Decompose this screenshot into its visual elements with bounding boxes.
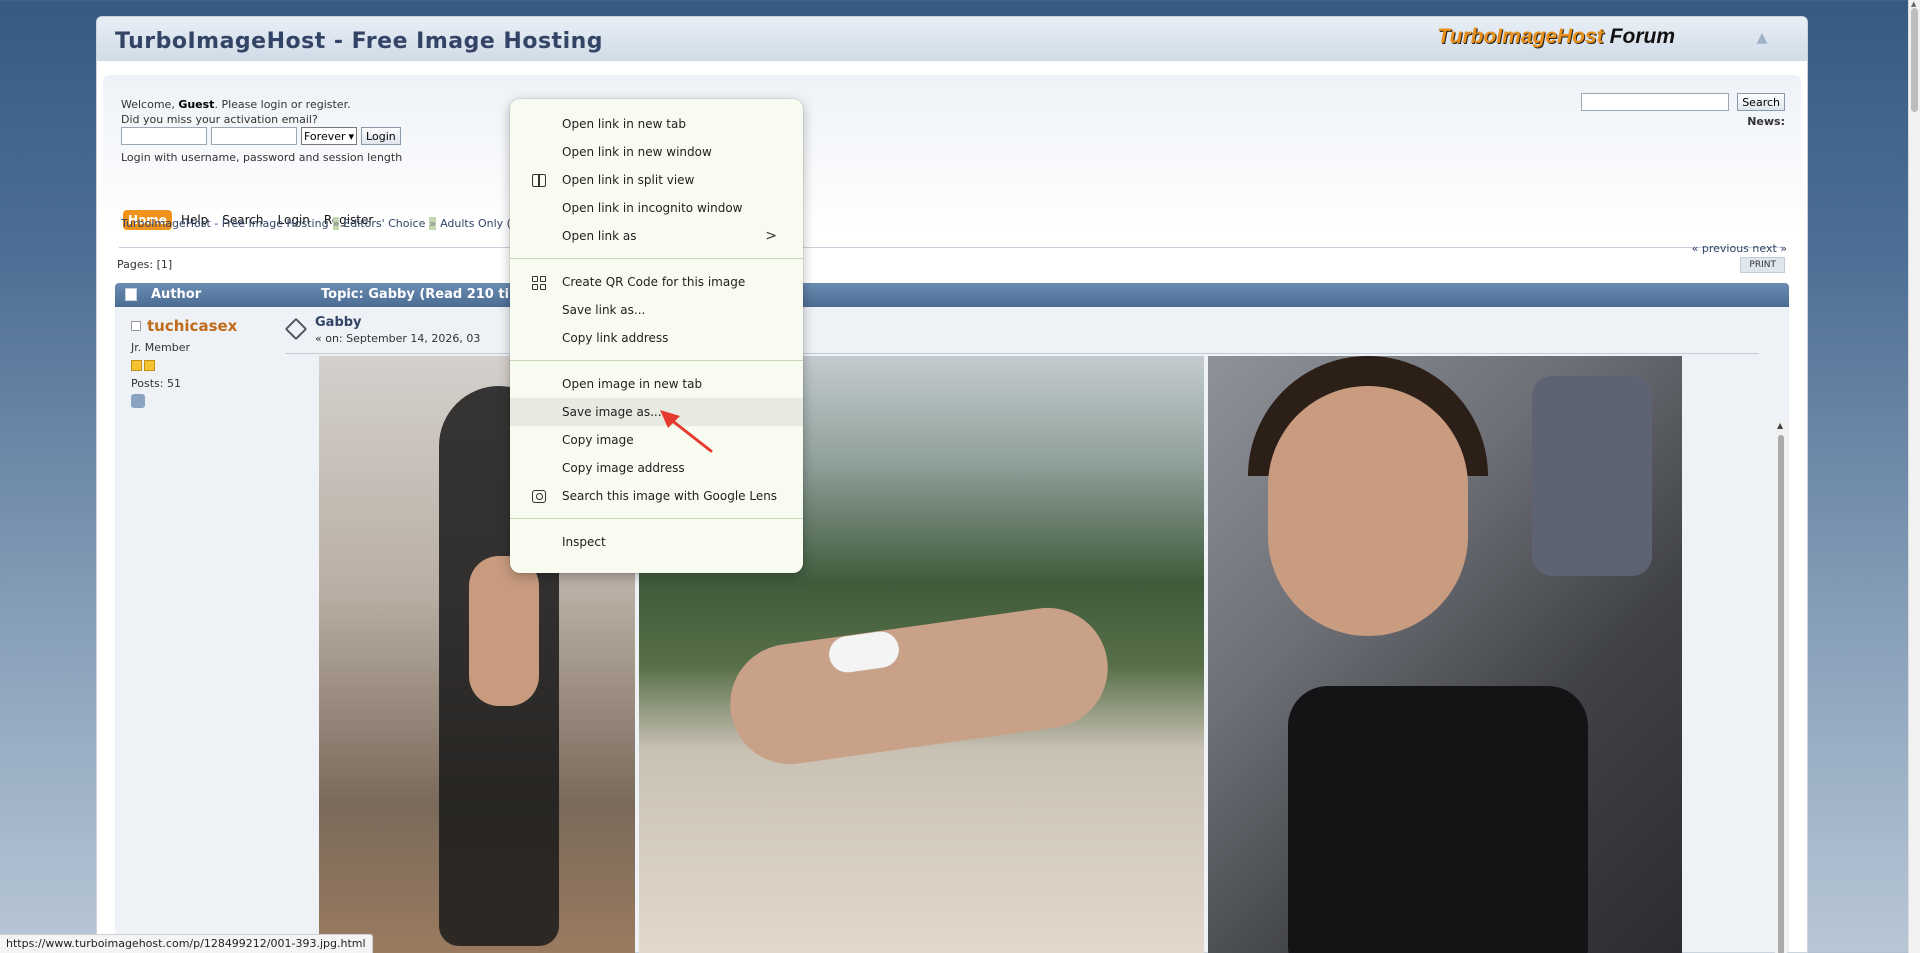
poster-post-count: Posts: 51 xyxy=(131,377,181,390)
scroll-up-icon[interactable]: ▲ xyxy=(1911,0,1916,8)
menu-open-link-split-view[interactable]: Open link in split view xyxy=(510,166,803,194)
guest-label: Guest xyxy=(178,98,215,111)
menu-open-link-incognito[interactable]: Open link in incognito window xyxy=(510,194,803,222)
scrollbar-thumb[interactable] xyxy=(1778,435,1784,953)
poster-rank: Jr. Member xyxy=(131,341,190,354)
poster-name[interactable]: tuchicasex xyxy=(147,317,237,335)
password-input[interactable] xyxy=(211,127,297,145)
login-form: Forever ▾ Login xyxy=(121,127,401,145)
post-subject[interactable]: Gabby xyxy=(285,315,480,330)
profile-icon[interactable] xyxy=(131,394,145,408)
login-button[interactable]: Login xyxy=(361,127,401,145)
post-image-3[interactable] xyxy=(1208,356,1682,953)
star-icon xyxy=(144,360,155,371)
qr-code-icon xyxy=(532,276,546,290)
forum-header: TurboImageHost - Free Image Hosting Turb… xyxy=(97,17,1807,61)
menu-copy-link-address[interactable]: Copy link address xyxy=(510,324,803,352)
search-form: Search xyxy=(1581,93,1785,111)
menu-separator xyxy=(510,258,803,259)
context-menu: Open link in new tab Open link in new wi… xyxy=(510,99,803,573)
prev-next-links[interactable]: « previous next » xyxy=(1692,242,1787,255)
forum-logo[interactable]: TurboImageHost Forum xyxy=(1437,25,1675,49)
post-scrollbar[interactable]: ▲ xyxy=(1775,421,1787,953)
rank-stars xyxy=(131,360,237,371)
chevron-down-icon: ▾ xyxy=(348,129,355,143)
chevron-right-icon: > xyxy=(765,228,777,244)
star-icon xyxy=(131,360,142,371)
author-column-label: Author xyxy=(151,287,202,302)
menu-save-link-as[interactable]: Save link as... xyxy=(510,296,803,324)
username-input[interactable] xyxy=(121,127,207,145)
menu-open-link-new-window[interactable]: Open link in new window xyxy=(510,138,803,166)
login-register-links[interactable]: . Please login or register. xyxy=(214,98,350,111)
activation-email-link[interactable]: Did you miss your activation email? xyxy=(121,112,351,127)
collapse-header-icon[interactable]: ▲ xyxy=(1753,31,1771,45)
post-date: « on: September 14, 2026, 03 xyxy=(315,332,481,345)
pagination: Pages: [1] xyxy=(117,258,173,271)
menu-search-google-lens[interactable]: Search this image with Google Lens xyxy=(510,482,803,510)
breadcrumb-home[interactable]: TurboImageHost - Free Image Hosting xyxy=(121,217,329,230)
topic-title: Topic: Gabby (Read 210 ti xyxy=(321,287,510,302)
menu-copy-image-address[interactable]: Copy image address xyxy=(510,454,803,482)
post-header: Gabby « on: September 14, 2026, 03 xyxy=(284,315,481,345)
menu-inspect[interactable]: Inspect xyxy=(510,528,803,556)
menu-create-qr-code[interactable]: Create QR Code for this image xyxy=(510,268,803,296)
divider xyxy=(285,353,1759,354)
page-scrollbar[interactable]: ▲ xyxy=(1908,0,1920,953)
offline-status-icon xyxy=(131,321,141,331)
search-input[interactable] xyxy=(1581,93,1730,111)
scroll-up-icon[interactable]: ▲ xyxy=(1777,421,1783,430)
breadcrumb-adults-only[interactable]: Adults Only ( xyxy=(440,217,511,230)
upper-section: Welcome, Guest. Please login or register… xyxy=(103,75,1801,248)
menu-open-link-new-tab[interactable]: Open link in new tab xyxy=(510,110,803,138)
user-box: Welcome, Guest. Please login or register… xyxy=(121,98,351,127)
topic-header-bar: Author Topic: Gabby (Read 210 ti xyxy=(115,283,1789,307)
menu-separator xyxy=(510,360,803,361)
status-bar-url: https://www.turboimagehost.com/p/1284992… xyxy=(0,934,373,953)
breadcrumb-editors-choice[interactable]: Editors' Choice xyxy=(343,217,425,230)
poster-info: tuchicasex Jr. Member Posts: 51 xyxy=(131,317,237,408)
login-note: Login with username, password and sessio… xyxy=(121,151,403,164)
session-length-select[interactable]: Forever ▾ xyxy=(301,127,358,145)
red-arrow-annotation-icon xyxy=(660,410,713,453)
divider xyxy=(119,247,1785,248)
print-button[interactable]: PRINT xyxy=(1740,257,1785,273)
google-lens-icon xyxy=(532,490,546,503)
split-view-icon xyxy=(532,174,546,187)
document-icon xyxy=(125,288,137,301)
breadcrumb: TurboImageHost - Free Image Hosting» Edit… xyxy=(121,217,511,230)
menu-separator xyxy=(510,518,803,519)
scrollbar-thumb[interactable] xyxy=(1911,8,1918,112)
search-button[interactable]: Search xyxy=(1737,93,1785,111)
menu-open-link-as[interactable]: Open link as > xyxy=(510,222,803,250)
forum-title[interactable]: TurboImageHost - Free Image Hosting xyxy=(115,29,603,54)
menu-open-image-new-tab[interactable]: Open image in new tab xyxy=(510,370,803,398)
news-label: News: xyxy=(1747,115,1785,128)
